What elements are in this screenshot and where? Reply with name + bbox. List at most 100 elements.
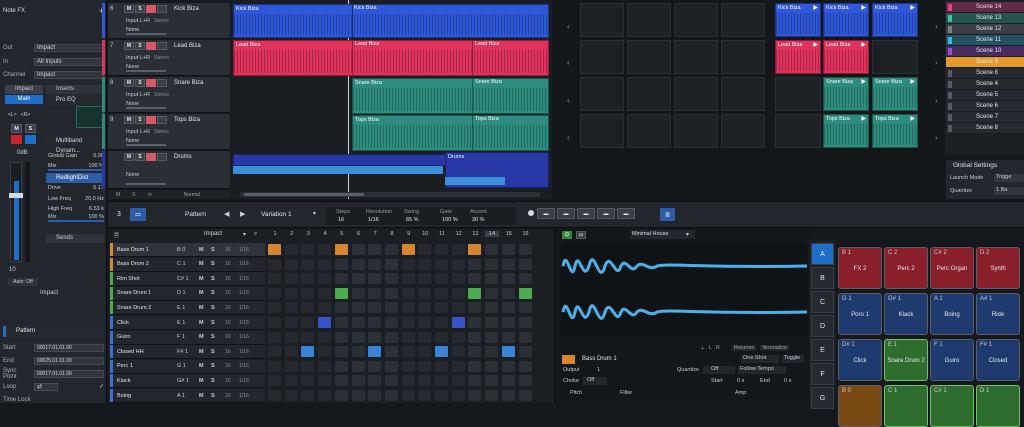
keyboard-view-button[interactable]: ||| bbox=[660, 208, 675, 221]
param-row[interactable]: Low Freq 20.0 Hz bbox=[48, 196, 104, 202]
track-name[interactable]: Kick Biza bbox=[174, 6, 199, 12]
pattern-name[interactable]: Pattern bbox=[185, 211, 206, 218]
power-button[interactable]: ⏻ bbox=[562, 231, 572, 239]
step-active[interactable] bbox=[468, 244, 482, 255]
insert-slot[interactable]: Multiband Dynam... bbox=[46, 136, 104, 154]
step-empty[interactable] bbox=[284, 375, 298, 387]
io-value[interactable]: Impact bbox=[34, 43, 104, 52]
step-empty[interactable] bbox=[368, 390, 382, 401]
step-number[interactable]: 1 bbox=[268, 231, 282, 237]
row-solo-button[interactable]: S bbox=[211, 349, 225, 355]
monitor-button[interactable] bbox=[157, 79, 167, 87]
step-active[interactable] bbox=[301, 346, 315, 358]
step-empty[interactable] bbox=[451, 331, 465, 343]
pattern-row[interactable]: Boing A 1 M S 16 1/16 bbox=[110, 389, 265, 403]
track-header[interactable]: M S Drums None bbox=[102, 151, 230, 189]
solo-button[interactable]: S bbox=[135, 153, 145, 161]
step-empty[interactable] bbox=[351, 244, 365, 255]
launcher-slot[interactable] bbox=[721, 40, 765, 74]
step-empty[interactable] bbox=[501, 287, 515, 299]
drum-pad[interactable]: D# 1 Click bbox=[838, 339, 882, 381]
step-empty[interactable] bbox=[284, 390, 298, 401]
step-empty[interactable] bbox=[485, 375, 499, 387]
row-solo-button[interactable]: S bbox=[211, 276, 225, 282]
launcher-clip-tops[interactable]: Tops Biza ▶ bbox=[872, 114, 918, 148]
param-row[interactable]: Global Gain 0.00 bbox=[48, 153, 104, 159]
row-length[interactable]: 1/16 bbox=[239, 320, 255, 326]
tool-button[interactable]: ▬ bbox=[577, 208, 595, 219]
row-solo-button[interactable]: S bbox=[211, 363, 225, 369]
step-active[interactable] bbox=[501, 346, 515, 358]
step-empty[interactable] bbox=[401, 287, 415, 299]
step-empty[interactable] bbox=[318, 302, 332, 314]
step-number[interactable]: 11 bbox=[435, 231, 449, 237]
filter-section[interactable]: Filter bbox=[620, 390, 632, 396]
param-row[interactable]: Drive 5.17 bbox=[48, 185, 104, 191]
mute-button[interactable]: M bbox=[124, 79, 134, 87]
step-empty[interactable] bbox=[284, 317, 298, 328]
track-volume-slider[interactable] bbox=[126, 70, 166, 72]
chevron-right-icon[interactable]: › bbox=[935, 22, 938, 31]
step-empty[interactable] bbox=[284, 360, 298, 372]
step-active[interactable] bbox=[468, 287, 482, 299]
drum-pad[interactable]: C# 2 Perc Organ bbox=[930, 247, 974, 289]
step-empty[interactable] bbox=[351, 317, 365, 328]
step-empty[interactable] bbox=[451, 375, 465, 387]
step-number[interactable]: 7 bbox=[368, 231, 382, 237]
step-empty[interactable] bbox=[284, 287, 298, 299]
step-empty[interactable] bbox=[384, 258, 398, 270]
io-value[interactable]: All Inputs bbox=[34, 57, 104, 66]
row-length[interactable]: 1/16 bbox=[239, 261, 255, 267]
row-velocity[interactable]: 16 bbox=[225, 247, 239, 253]
bank-button[interactable]: D bbox=[811, 315, 834, 337]
solo-button[interactable]: S bbox=[135, 42, 145, 50]
step-number[interactable]: 9 bbox=[402, 231, 416, 237]
row-solo-button[interactable]: S bbox=[211, 290, 225, 296]
track-header[interactable]: 8 M S Snare Biza Input L+R Stereo None bbox=[102, 77, 230, 113]
row-mute-button[interactable]: M bbox=[199, 334, 211, 340]
step-empty[interactable] bbox=[351, 302, 365, 314]
step-empty[interactable] bbox=[501, 375, 515, 387]
row-mute-button[interactable]: M bbox=[199, 261, 211, 267]
step-empty[interactable] bbox=[518, 390, 532, 401]
row-velocity[interactable]: 16 bbox=[225, 276, 239, 282]
insert-slot[interactable]: RedlightDist bbox=[46, 173, 104, 183]
step-empty[interactable] bbox=[301, 244, 315, 255]
drum-pad[interactable]: C 1 bbox=[884, 385, 928, 427]
track-input[interactable]: Input L+R bbox=[126, 55, 150, 61]
scene-item[interactable]: Scene 8 bbox=[946, 123, 1024, 134]
row-length[interactable]: 1/16 bbox=[239, 305, 255, 311]
tool-button[interactable]: ▬ bbox=[617, 208, 635, 219]
record-button[interactable] bbox=[11, 135, 22, 144]
chevron-down-icon[interactable]: ▾ bbox=[313, 210, 316, 217]
step-empty[interactable] bbox=[384, 317, 398, 328]
step-empty[interactable] bbox=[435, 375, 448, 387]
play-icon[interactable]: ▶ bbox=[910, 78, 915, 85]
row-solo-button[interactable]: S bbox=[211, 320, 225, 326]
step-empty[interactable] bbox=[451, 258, 465, 270]
quantize-select[interactable]: 1 Ba bbox=[994, 187, 1024, 195]
scene-item[interactable]: Scene 6 bbox=[946, 101, 1024, 112]
launcher-clip-lead[interactable]: Lead Biza ▶ bbox=[823, 40, 869, 74]
track-volume-slider[interactable] bbox=[126, 33, 166, 35]
pattern-row[interactable]: Click E 1 M S 16 1/16 bbox=[110, 316, 265, 330]
step-empty[interactable] bbox=[418, 360, 432, 372]
step-empty[interactable] bbox=[318, 346, 332, 358]
track-volume-slider[interactable] bbox=[126, 144, 166, 146]
step-empty[interactable] bbox=[334, 331, 348, 343]
output-value[interactable]: 1 bbox=[597, 367, 600, 373]
step-active[interactable] bbox=[518, 287, 532, 299]
step-empty[interactable] bbox=[418, 331, 432, 343]
tool-button[interactable]: ▬ bbox=[557, 208, 575, 219]
drum-pad[interactable]: D 1 bbox=[976, 385, 1020, 427]
step-empty[interactable] bbox=[368, 258, 382, 270]
bank-button[interactable]: E bbox=[811, 339, 834, 361]
normalize-button[interactable]: Normalize bbox=[760, 345, 790, 351]
link-icon[interactable]: ⊥ bbox=[700, 345, 705, 351]
track-input[interactable]: Input L+R bbox=[126, 18, 150, 24]
step-empty[interactable] bbox=[318, 331, 332, 343]
launcher-slot[interactable] bbox=[674, 3, 718, 37]
row-velocity[interactable]: 16 bbox=[225, 349, 239, 355]
waveform-display[interactable] bbox=[561, 242, 807, 336]
row-mute-button[interactable]: M bbox=[199, 247, 211, 253]
